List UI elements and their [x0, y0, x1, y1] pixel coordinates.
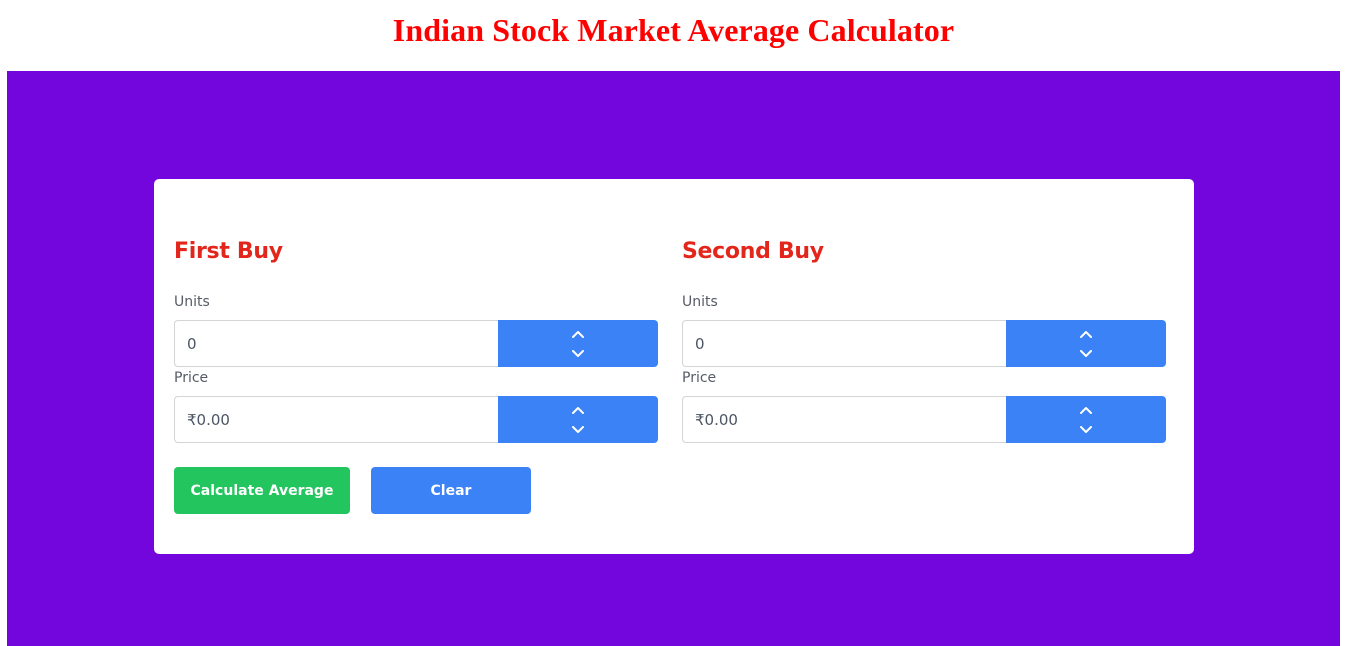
first-buy-units-field [174, 320, 658, 367]
background-band: First Buy Units Price [7, 71, 1340, 646]
second-buy-units-stepper [1006, 320, 1166, 367]
page-header: Indian Stock Market Average Calculator [0, 0, 1347, 71]
second-buy-price-field [682, 396, 1166, 443]
first-buy-price-input[interactable] [174, 396, 498, 443]
second-buy-price-label: Price [682, 370, 717, 386]
chevron-up-icon[interactable] [563, 326, 593, 342]
page-title: Indian Stock Market Average Calculator [392, 12, 955, 48]
chevron-down-icon[interactable] [1071, 346, 1101, 362]
first-buy-units-input[interactable] [174, 320, 498, 367]
chevron-up-icon[interactable] [1071, 402, 1101, 418]
calculate-average-button[interactable]: Calculate Average [174, 467, 350, 514]
first-buy-units-stepper [498, 320, 658, 367]
chevron-down-icon[interactable] [563, 422, 593, 438]
clear-button[interactable]: Clear [371, 467, 531, 514]
chevron-up-icon[interactable] [563, 402, 593, 418]
first-buy-price-field [174, 396, 658, 443]
second-buy-title: Second Buy [682, 239, 824, 264]
first-buy-units-label: Units [174, 294, 210, 310]
second-buy-units-field [682, 320, 1166, 367]
second-buy-units-label: Units [682, 294, 718, 310]
first-buy-price-stepper [498, 396, 658, 443]
chevron-up-icon[interactable] [1071, 326, 1101, 342]
first-buy-price-label: Price [174, 370, 209, 386]
second-buy-price-stepper [1006, 396, 1166, 443]
chevron-down-icon[interactable] [563, 346, 593, 362]
second-buy-units-input[interactable] [682, 320, 1006, 367]
calculator-card: First Buy Units Price [154, 179, 1194, 554]
second-buy-price-input[interactable] [682, 396, 1006, 443]
chevron-down-icon[interactable] [1071, 422, 1101, 438]
first-buy-title: First Buy [174, 239, 283, 264]
